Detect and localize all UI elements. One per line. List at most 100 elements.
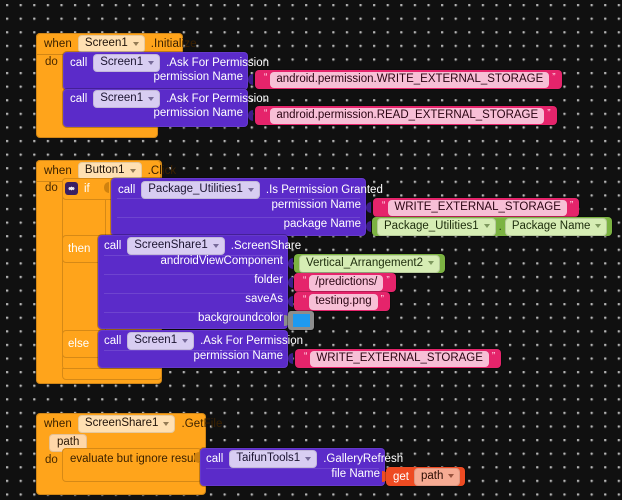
socket-6 xyxy=(288,277,293,288)
param-label-save-as: saveAs xyxy=(245,293,283,305)
quote-open-icon: “ xyxy=(303,293,307,305)
quote-open-icon: “ xyxy=(303,274,307,286)
event-name-initialize: .Initialize xyxy=(150,38,197,50)
component-block-vertical-arrangement2[interactable]: Vertical_Arrangement2 xyxy=(294,254,445,273)
chevron-down-icon xyxy=(247,187,254,192)
component-dropdown-screenshare1[interactable]: ScreenShare1 xyxy=(127,237,225,255)
color-swatch[interactable] xyxy=(292,314,310,327)
variable-dropdown-path[interactable]: path xyxy=(414,467,461,486)
socket-9 xyxy=(288,353,293,364)
component-dropdown-package-utilities1[interactable]: Package_Utilities1 xyxy=(141,181,260,199)
chevron-down-icon xyxy=(163,421,170,426)
call-keyword-6: call xyxy=(206,453,224,465)
socket-7 xyxy=(288,296,293,307)
chevron-down-icon xyxy=(129,168,136,173)
component-name: Screen1 xyxy=(84,37,128,49)
quote-close-icon: ” xyxy=(547,107,551,119)
component-dropdown-vertical-arrangement2[interactable]: Vertical_Arrangement2 xyxy=(299,254,440,273)
when-keyword-3: when xyxy=(44,418,72,430)
method-name-is-permission-granted: .Is Permission Granted xyxy=(265,184,383,196)
method-name-screenshare: .ScreenShare xyxy=(230,240,302,252)
text-value[interactable]: android.permission.READ_EXTERNAL_STORAGE xyxy=(270,107,545,124)
component-name: ScreenShare1 xyxy=(84,417,159,429)
method-name-galleryrefresh: .GalleryRefresh xyxy=(323,453,404,465)
call-keyword-3: call xyxy=(118,184,136,196)
chevron-down-icon xyxy=(448,474,455,478)
quote-close-icon: ” xyxy=(491,350,496,362)
blocks-workspace[interactable]: when Screen1 .Initialize do call Screen1… xyxy=(0,0,622,500)
param-label-file-name: file Name xyxy=(331,468,380,480)
text-value[interactable]: /predictions/ xyxy=(309,274,384,291)
call-header-is-permission-granted: call Package_Utilities1 .Is Permission G… xyxy=(118,180,383,200)
call-header-galleryrefresh: call TaifunTools1 .GalleryRefresh xyxy=(206,449,403,469)
do-label-2: do xyxy=(45,182,58,194)
then-keyword: then xyxy=(68,243,91,255)
quote-open-icon: “ xyxy=(264,107,268,119)
text-block-read-external-storage[interactable]: “ android.permission.READ_EXTERNAL_STORA… xyxy=(255,106,557,125)
component-name: Screen1 xyxy=(134,334,178,346)
chevron-down-icon xyxy=(148,60,155,65)
text-value[interactable]: android.permission.WRITE_EXTERNAL_STORAG… xyxy=(270,71,550,88)
socket-5 xyxy=(288,258,293,269)
param-label-backgroundcolor: backgroundcolor xyxy=(197,312,283,324)
text-value[interactable]: WRITE_EXTERNAL_STORAGE xyxy=(310,350,489,367)
call-header-else: call Screen1 .Ask For Permission xyxy=(104,331,303,351)
text-value[interactable]: WRITE_EXTERNAL_STORAGE xyxy=(388,199,567,216)
variable-getter-block-path[interactable]: get path xyxy=(386,467,466,486)
param-label-package-name: package Name xyxy=(283,218,361,230)
property-name: Package Name xyxy=(511,219,591,232)
evaluate-but-ignore-result-label: evaluate but ignore result xyxy=(70,453,200,465)
component-name: ScreenShare1 xyxy=(134,239,208,251)
chevron-down-icon xyxy=(182,338,189,343)
quote-close-icon: ” xyxy=(552,71,556,83)
chevron-down-icon xyxy=(148,96,155,101)
quote-close-icon: ” xyxy=(380,293,384,305)
component-dropdown-taifuntools1[interactable]: TaifunTools1 xyxy=(229,450,318,468)
separator-dot: . xyxy=(498,220,502,233)
color-block-backgroundcolor[interactable] xyxy=(288,311,314,330)
call-header-2: call Screen1 .Ask For Permission xyxy=(70,89,269,109)
component-name: Button1 xyxy=(84,164,125,176)
method-name-ask-permission-else: .Ask For Permission xyxy=(200,335,303,347)
text-block-predictions-folder[interactable]: “ /predictions/ ” xyxy=(294,273,396,292)
chevron-down-icon xyxy=(212,243,219,248)
socket-3 xyxy=(366,202,371,213)
param-label-permission-name-4: permission Name xyxy=(193,350,283,362)
socket-if-condition xyxy=(104,182,109,193)
call-keyword-4: call xyxy=(104,240,122,252)
component-dropdown-screenshare1-getfile[interactable]: ScreenShare1 xyxy=(77,415,176,433)
component-property-block-package-name[interactable]: Package_Utilities1 . Package Name xyxy=(372,217,613,236)
method-name-2: .Ask For Permission xyxy=(166,93,269,105)
event-name-click: .Click xyxy=(147,165,177,177)
when-keyword: when xyxy=(44,38,72,50)
quote-open-icon: “ xyxy=(304,350,308,362)
mutator-gear-icon[interactable] xyxy=(65,182,78,195)
param-label-folder: folder xyxy=(254,274,283,286)
chevron-down-icon xyxy=(483,224,490,228)
component-dropdown-screen1-else[interactable]: Screen1 xyxy=(127,332,195,350)
component-name: Vertical_Arrangement2 xyxy=(306,256,423,269)
text-block-write-external-storage-2[interactable]: “ WRITE_EXTERNAL_STORAGE ” xyxy=(373,198,580,217)
component-dropdown-screen1[interactable]: Screen1 xyxy=(77,35,145,53)
text-block-write-external-storage-1[interactable]: “ android.permission.WRITE_EXTERNAL_STOR… xyxy=(255,70,562,89)
component-dropdown-package-utilities1-prop[interactable]: Package_Utilities1 xyxy=(377,217,496,236)
text-block-testing-png[interactable]: “ testing.png ” xyxy=(294,292,390,311)
control-block-foot[interactable] xyxy=(62,368,162,380)
socket-4 xyxy=(366,221,371,232)
param-label-permission-name-3: permission Name xyxy=(271,199,361,211)
if-keyword: if xyxy=(84,183,90,195)
call-keyword-5: call xyxy=(104,335,122,347)
property-dropdown-package-name[interactable]: Package Name xyxy=(504,217,608,236)
event-name-getfile: .GetFile xyxy=(181,418,223,430)
component-dropdown-screen1-call-2[interactable]: Screen1 xyxy=(93,90,161,108)
component-name: Screen1 xyxy=(100,56,144,68)
method-name-1: .Ask For Permission xyxy=(166,57,269,69)
text-value[interactable]: testing.png xyxy=(309,293,378,310)
socket-10 xyxy=(194,452,199,463)
quote-open-icon: “ xyxy=(264,71,268,83)
do-label-3: do xyxy=(45,454,58,466)
quote-open-icon: “ xyxy=(382,199,386,211)
text-block-write-external-storage-3[interactable]: “ WRITE_EXTERNAL_STORAGE ” xyxy=(295,349,502,368)
param-label-permission-name-2: permission Name xyxy=(153,107,243,119)
component-dropdown-screen1-call-1[interactable]: Screen1 xyxy=(93,54,161,72)
